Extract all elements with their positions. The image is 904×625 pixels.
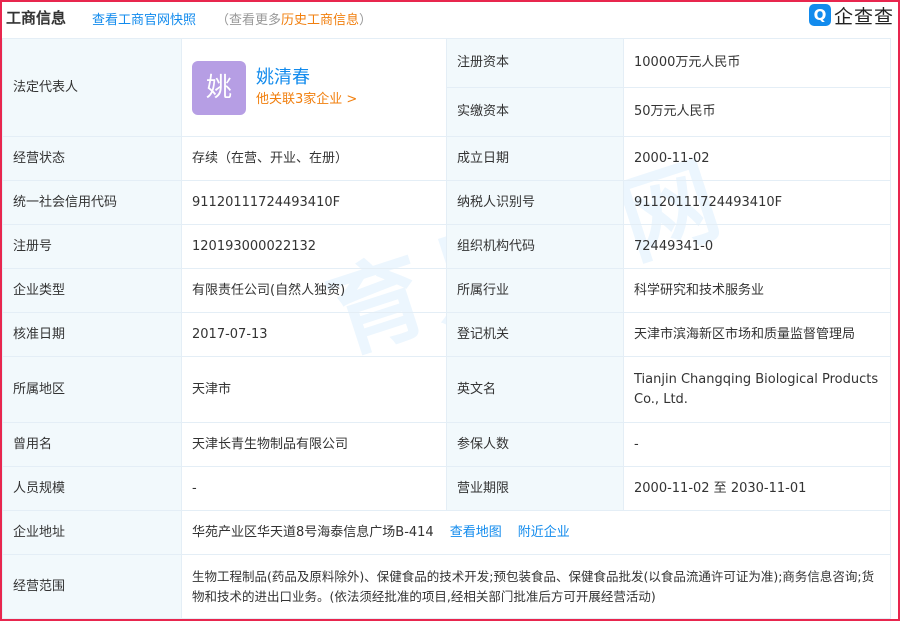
approval-date-value: 2017-07-13: [181, 312, 447, 357]
english-name-value: Tianjin Changqing Biological Products Co…: [623, 356, 891, 423]
reg-no-label: 注册号: [2, 224, 182, 269]
region-label: 所属地区: [2, 356, 182, 423]
table-row: 经营状态 存续（在营、开业、在册） 成立日期 2000-11-02: [2, 136, 891, 181]
found-date-label: 成立日期: [446, 136, 624, 181]
table-row: 经营范围 生物工程制品(药品及原料除外)、保健食品的技术开发;预包装食品、保健食…: [2, 554, 891, 619]
address-value: 华苑产业区华天道8号海泰信息广场B-414: [192, 524, 434, 540]
table-row: 法定代表人 姚 姚清春 他关联3家企业 > 注册资本 10000万元人民币: [2, 38, 891, 137]
section-title: 工商信息: [6, 9, 67, 27]
status-value: 存续（在营、开业、在册）: [181, 136, 447, 181]
staff-size-label: 人员规模: [2, 466, 182, 511]
table-row: 核准日期 2017-07-13 登记机关 天津市滨海新区市场和质量监督管理局: [2, 312, 891, 357]
company-type-value: 有限责任公司(自然人独资): [181, 268, 447, 313]
credit-code-value: 91120111724493410F: [181, 180, 447, 225]
insured-value: -: [623, 422, 891, 467]
scope-value: 生物工程制品(药品及原料除外)、保健食品的技术开发;预包装食品、保健食品批发(以…: [181, 554, 891, 619]
business-info-table: 法定代表人 姚 姚清春 他关联3家企业 > 注册资本 10000万元人民币 实缴…: [2, 38, 891, 619]
paid-capital-label: 实缴资本: [446, 87, 624, 137]
table-row: 人员规模 - 营业期限 2000-11-02 至 2030-11-01: [2, 466, 891, 511]
former-name-label: 曾用名: [2, 422, 182, 467]
taxpayer-id-value: 91120111724493410F: [623, 180, 891, 225]
taxpayer-id-label: 纳税人识别号: [446, 180, 624, 225]
reg-capital-value: 10000万元人民币: [623, 38, 891, 88]
credit-code-label: 统一社会信用代码: [2, 180, 182, 225]
industry-label: 所属行业: [446, 268, 624, 313]
nearby-companies-link[interactable]: 附近企业: [518, 525, 570, 540]
status-label: 经营状态: [2, 136, 182, 181]
related-companies-link[interactable]: 他关联3家企业 >: [256, 90, 357, 110]
table-row: 企业类型 有限责任公司(自然人独资) 所属行业 科学研究和技术服务业: [2, 268, 891, 313]
english-name-label: 英文名: [446, 356, 624, 423]
official-snapshot-link[interactable]: 查看工商官网快照: [92, 9, 196, 28]
table-row: 统一社会信用代码 91120111724493410F 纳税人识别号 91120…: [2, 180, 891, 225]
company-type-label: 企业类型: [2, 268, 182, 313]
avatar[interactable]: 姚: [192, 60, 246, 115]
org-code-value: 72449341-0: [623, 224, 891, 269]
region-value: 天津市: [181, 356, 447, 423]
found-date-value: 2000-11-02: [623, 136, 891, 181]
paid-capital-value: 50万元人民币: [623, 87, 891, 137]
authority-value: 天津市滨海新区市场和质量监督管理局: [623, 312, 891, 357]
legal-rep-name-link[interactable]: 姚清春: [256, 66, 357, 90]
authority-label: 登记机关: [446, 312, 624, 357]
insured-label: 参保人数: [446, 422, 624, 467]
reg-capital-label: 注册资本: [446, 38, 624, 88]
approval-date-label: 核准日期: [2, 312, 182, 357]
table-row: 注册号 120193000022132 组织机构代码 72449341-0: [2, 224, 891, 269]
brand-name: 企查查: [833, 5, 894, 28]
former-name-value: 天津长青生物制品有限公司: [181, 422, 447, 467]
table-row: 所属地区 天津市 英文名 Tianjin Changqing Biologica…: [2, 356, 891, 423]
address-cell: 华苑产业区华天道8号海泰信息广场B-414 查看地图 附近企业: [181, 510, 891, 555]
more-history-note: （查看更多历史工商信息）: [216, 13, 373, 28]
view-map-link[interactable]: 查看地图: [450, 525, 502, 540]
scope-label: 经营范围: [2, 554, 182, 619]
term-label: 营业期限: [446, 466, 624, 511]
staff-size-value: -: [181, 466, 447, 511]
section-header: 工商信息 查看工商官网快照 （查看更多历史工商信息） Q 企查查: [2, 2, 898, 36]
table-row: 企业地址 华苑产业区华天道8号海泰信息广场B-414 查看地图 附近企业: [2, 510, 891, 555]
address-label: 企业地址: [2, 510, 182, 555]
reg-no-value: 120193000022132: [181, 224, 447, 269]
brand-logo: Q 企查查: [808, 2, 894, 28]
org-code-label: 组织机构代码: [446, 224, 624, 269]
legal-rep-cell: 姚 姚清春 他关联3家企业 >: [181, 38, 447, 137]
table-row: 曾用名 天津长青生物制品有限公司 参保人数 -: [2, 422, 891, 467]
legal-rep-label: 法定代表人: [2, 38, 182, 137]
qichacha-logo-icon: Q: [808, 4, 831, 26]
term-value: 2000-11-02 至 2030-11-01: [623, 466, 891, 511]
industry-value: 科学研究和技术服务业: [623, 268, 891, 313]
history-info-link[interactable]: 历史工商信息: [281, 13, 359, 28]
